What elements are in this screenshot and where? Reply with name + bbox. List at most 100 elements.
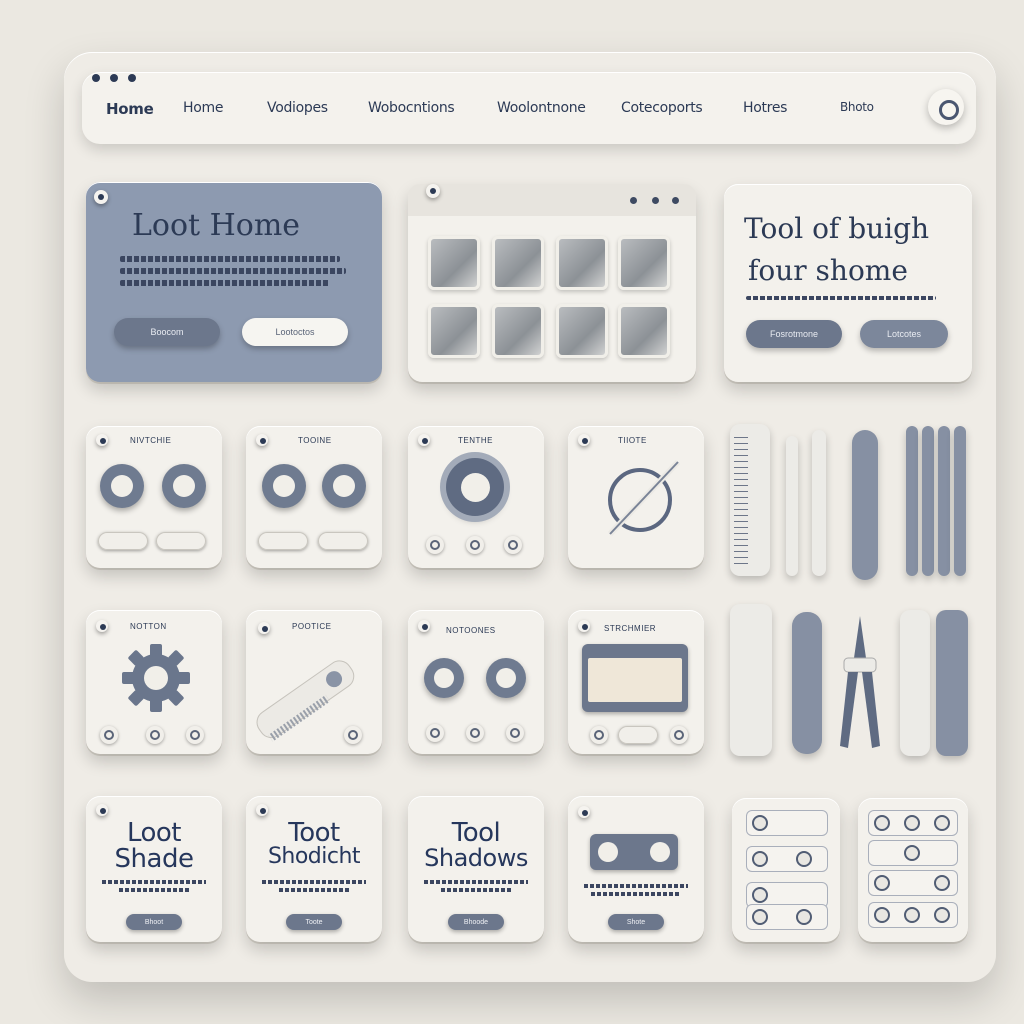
small-round-button[interactable] bbox=[344, 726, 362, 744]
panel-row[interactable] bbox=[868, 840, 958, 866]
small-round-button[interactable] bbox=[466, 536, 484, 554]
panel-dial[interactable] bbox=[934, 907, 950, 923]
small-round-button[interactable] bbox=[670, 726, 688, 744]
small-round-button[interactable] bbox=[186, 726, 204, 744]
panel-dial[interactable] bbox=[874, 875, 890, 891]
panel-dial[interactable] bbox=[752, 887, 768, 903]
pliers-icon bbox=[840, 616, 880, 748]
panel-row[interactable] bbox=[868, 810, 958, 836]
nav-item-wobocntions[interactable]: Wobocntions bbox=[368, 100, 455, 116]
nav-item-hotres[interactable]: Hotres bbox=[743, 100, 787, 116]
feature-description bbox=[582, 884, 690, 896]
small-round-button[interactable] bbox=[506, 724, 524, 742]
panel-dial[interactable] bbox=[796, 909, 812, 925]
window-dot[interactable] bbox=[672, 197, 679, 204]
gallery-thumbnail[interactable] bbox=[556, 304, 608, 358]
panel-dial[interactable] bbox=[904, 815, 920, 831]
pin-icon bbox=[426, 184, 440, 198]
tile-label: STRCHMIER bbox=[604, 624, 657, 633]
toggle-knob[interactable] bbox=[598, 842, 618, 862]
small-pill-button[interactable] bbox=[318, 532, 368, 550]
panel-dial[interactable] bbox=[874, 815, 890, 831]
dial-knob[interactable] bbox=[322, 464, 366, 508]
small-round-button[interactable] bbox=[466, 724, 484, 742]
small-round-button[interactable] bbox=[100, 726, 118, 744]
ruler-icon bbox=[900, 610, 930, 756]
dial-knob[interactable] bbox=[100, 464, 144, 508]
gallery-thumbnail[interactable] bbox=[492, 236, 544, 290]
nav-item-woolontnone[interactable]: Woolontnone bbox=[497, 100, 586, 116]
panel-row[interactable] bbox=[868, 902, 958, 928]
pin-icon bbox=[96, 804, 108, 816]
gallery-thumbnail[interactable] bbox=[428, 304, 480, 358]
panel-row[interactable] bbox=[746, 904, 828, 930]
small-round-button[interactable] bbox=[426, 536, 444, 554]
promo-primary-button[interactable]: Fosrotmone bbox=[746, 320, 842, 348]
screwdriver-icon bbox=[812, 430, 826, 576]
gallery-thumbnail[interactable] bbox=[556, 236, 608, 290]
small-pill-button[interactable] bbox=[258, 532, 308, 550]
small-pill-button[interactable] bbox=[98, 532, 148, 550]
pin-icon bbox=[418, 434, 430, 446]
panel-dial[interactable] bbox=[904, 907, 920, 923]
dial-knob[interactable] bbox=[162, 464, 206, 508]
nav-item-home[interactable]: Home bbox=[183, 100, 223, 116]
toggle-knob[interactable] bbox=[650, 842, 670, 862]
pin-icon bbox=[578, 806, 590, 818]
pin-icon bbox=[96, 620, 108, 632]
panel-row[interactable] bbox=[746, 846, 828, 872]
pin-icon bbox=[258, 622, 270, 634]
gallery-thumbnail[interactable] bbox=[492, 304, 544, 358]
panel-dial[interactable] bbox=[752, 909, 768, 925]
panel-dial[interactable] bbox=[904, 845, 920, 861]
feature-button[interactable]: Toote bbox=[286, 914, 342, 930]
promo-title-line2: four shome bbox=[748, 254, 908, 287]
panel-dial[interactable] bbox=[752, 851, 768, 867]
promo-secondary-button[interactable]: Lotcotes bbox=[860, 320, 948, 348]
feature-button[interactable]: Bhoode bbox=[448, 914, 504, 930]
nav-item-videos[interactable]: Vodiopes bbox=[267, 100, 328, 116]
dial-knob[interactable] bbox=[424, 658, 464, 698]
gallery-thumbnail[interactable] bbox=[618, 304, 670, 358]
nav-brand[interactable]: Home bbox=[106, 100, 154, 118]
small-pill-button[interactable] bbox=[618, 726, 658, 744]
feature-button[interactable]: Shote bbox=[608, 914, 664, 930]
panel-dial[interactable] bbox=[752, 815, 768, 831]
panel-dial[interactable] bbox=[796, 851, 812, 867]
hero-primary-button[interactable]: Boocom bbox=[114, 318, 220, 346]
feature-description bbox=[422, 880, 530, 892]
window-dot[interactable] bbox=[128, 74, 136, 82]
dial-knob[interactable] bbox=[446, 458, 504, 516]
panel-row[interactable] bbox=[746, 810, 828, 836]
nav-item-right[interactable]: Bhoto bbox=[840, 100, 874, 114]
dial-knob[interactable] bbox=[486, 658, 526, 698]
panel-dial[interactable] bbox=[934, 875, 950, 891]
feature-button[interactable]: Bhoot bbox=[126, 914, 182, 930]
feature-title-line2: Shade bbox=[114, 844, 194, 874]
toggle-panel[interactable] bbox=[590, 834, 678, 870]
multitool-icon bbox=[730, 604, 772, 756]
small-round-button[interactable] bbox=[504, 536, 522, 554]
small-round-button[interactable] bbox=[590, 726, 608, 744]
window-dot[interactable] bbox=[92, 74, 100, 82]
window-dot[interactable] bbox=[630, 197, 637, 204]
small-round-button[interactable] bbox=[146, 726, 164, 744]
gallery-thumbnail[interactable] bbox=[428, 236, 480, 290]
panel-row[interactable] bbox=[868, 870, 958, 896]
panel-dial[interactable] bbox=[934, 815, 950, 831]
panel-dial[interactable] bbox=[874, 907, 890, 923]
small-pill-button[interactable] bbox=[156, 532, 206, 550]
small-round-button[interactable] bbox=[426, 724, 444, 742]
hero-secondary-button[interactable]: Lootoctos bbox=[242, 318, 348, 346]
feature-title-line1: Toot bbox=[288, 818, 340, 848]
window-dot[interactable] bbox=[652, 197, 659, 204]
window-dot[interactable] bbox=[110, 74, 118, 82]
nav-item-cotecoports[interactable]: Cotecoports bbox=[621, 100, 703, 116]
dial-knob[interactable] bbox=[262, 464, 306, 508]
settings-knob-icon[interactable] bbox=[928, 89, 964, 125]
gallery-thumbnail[interactable] bbox=[618, 236, 670, 290]
pin-icon bbox=[578, 434, 590, 446]
pin-icon bbox=[256, 434, 268, 446]
ruler-ticks bbox=[734, 434, 748, 564]
pin-icon bbox=[94, 190, 108, 204]
